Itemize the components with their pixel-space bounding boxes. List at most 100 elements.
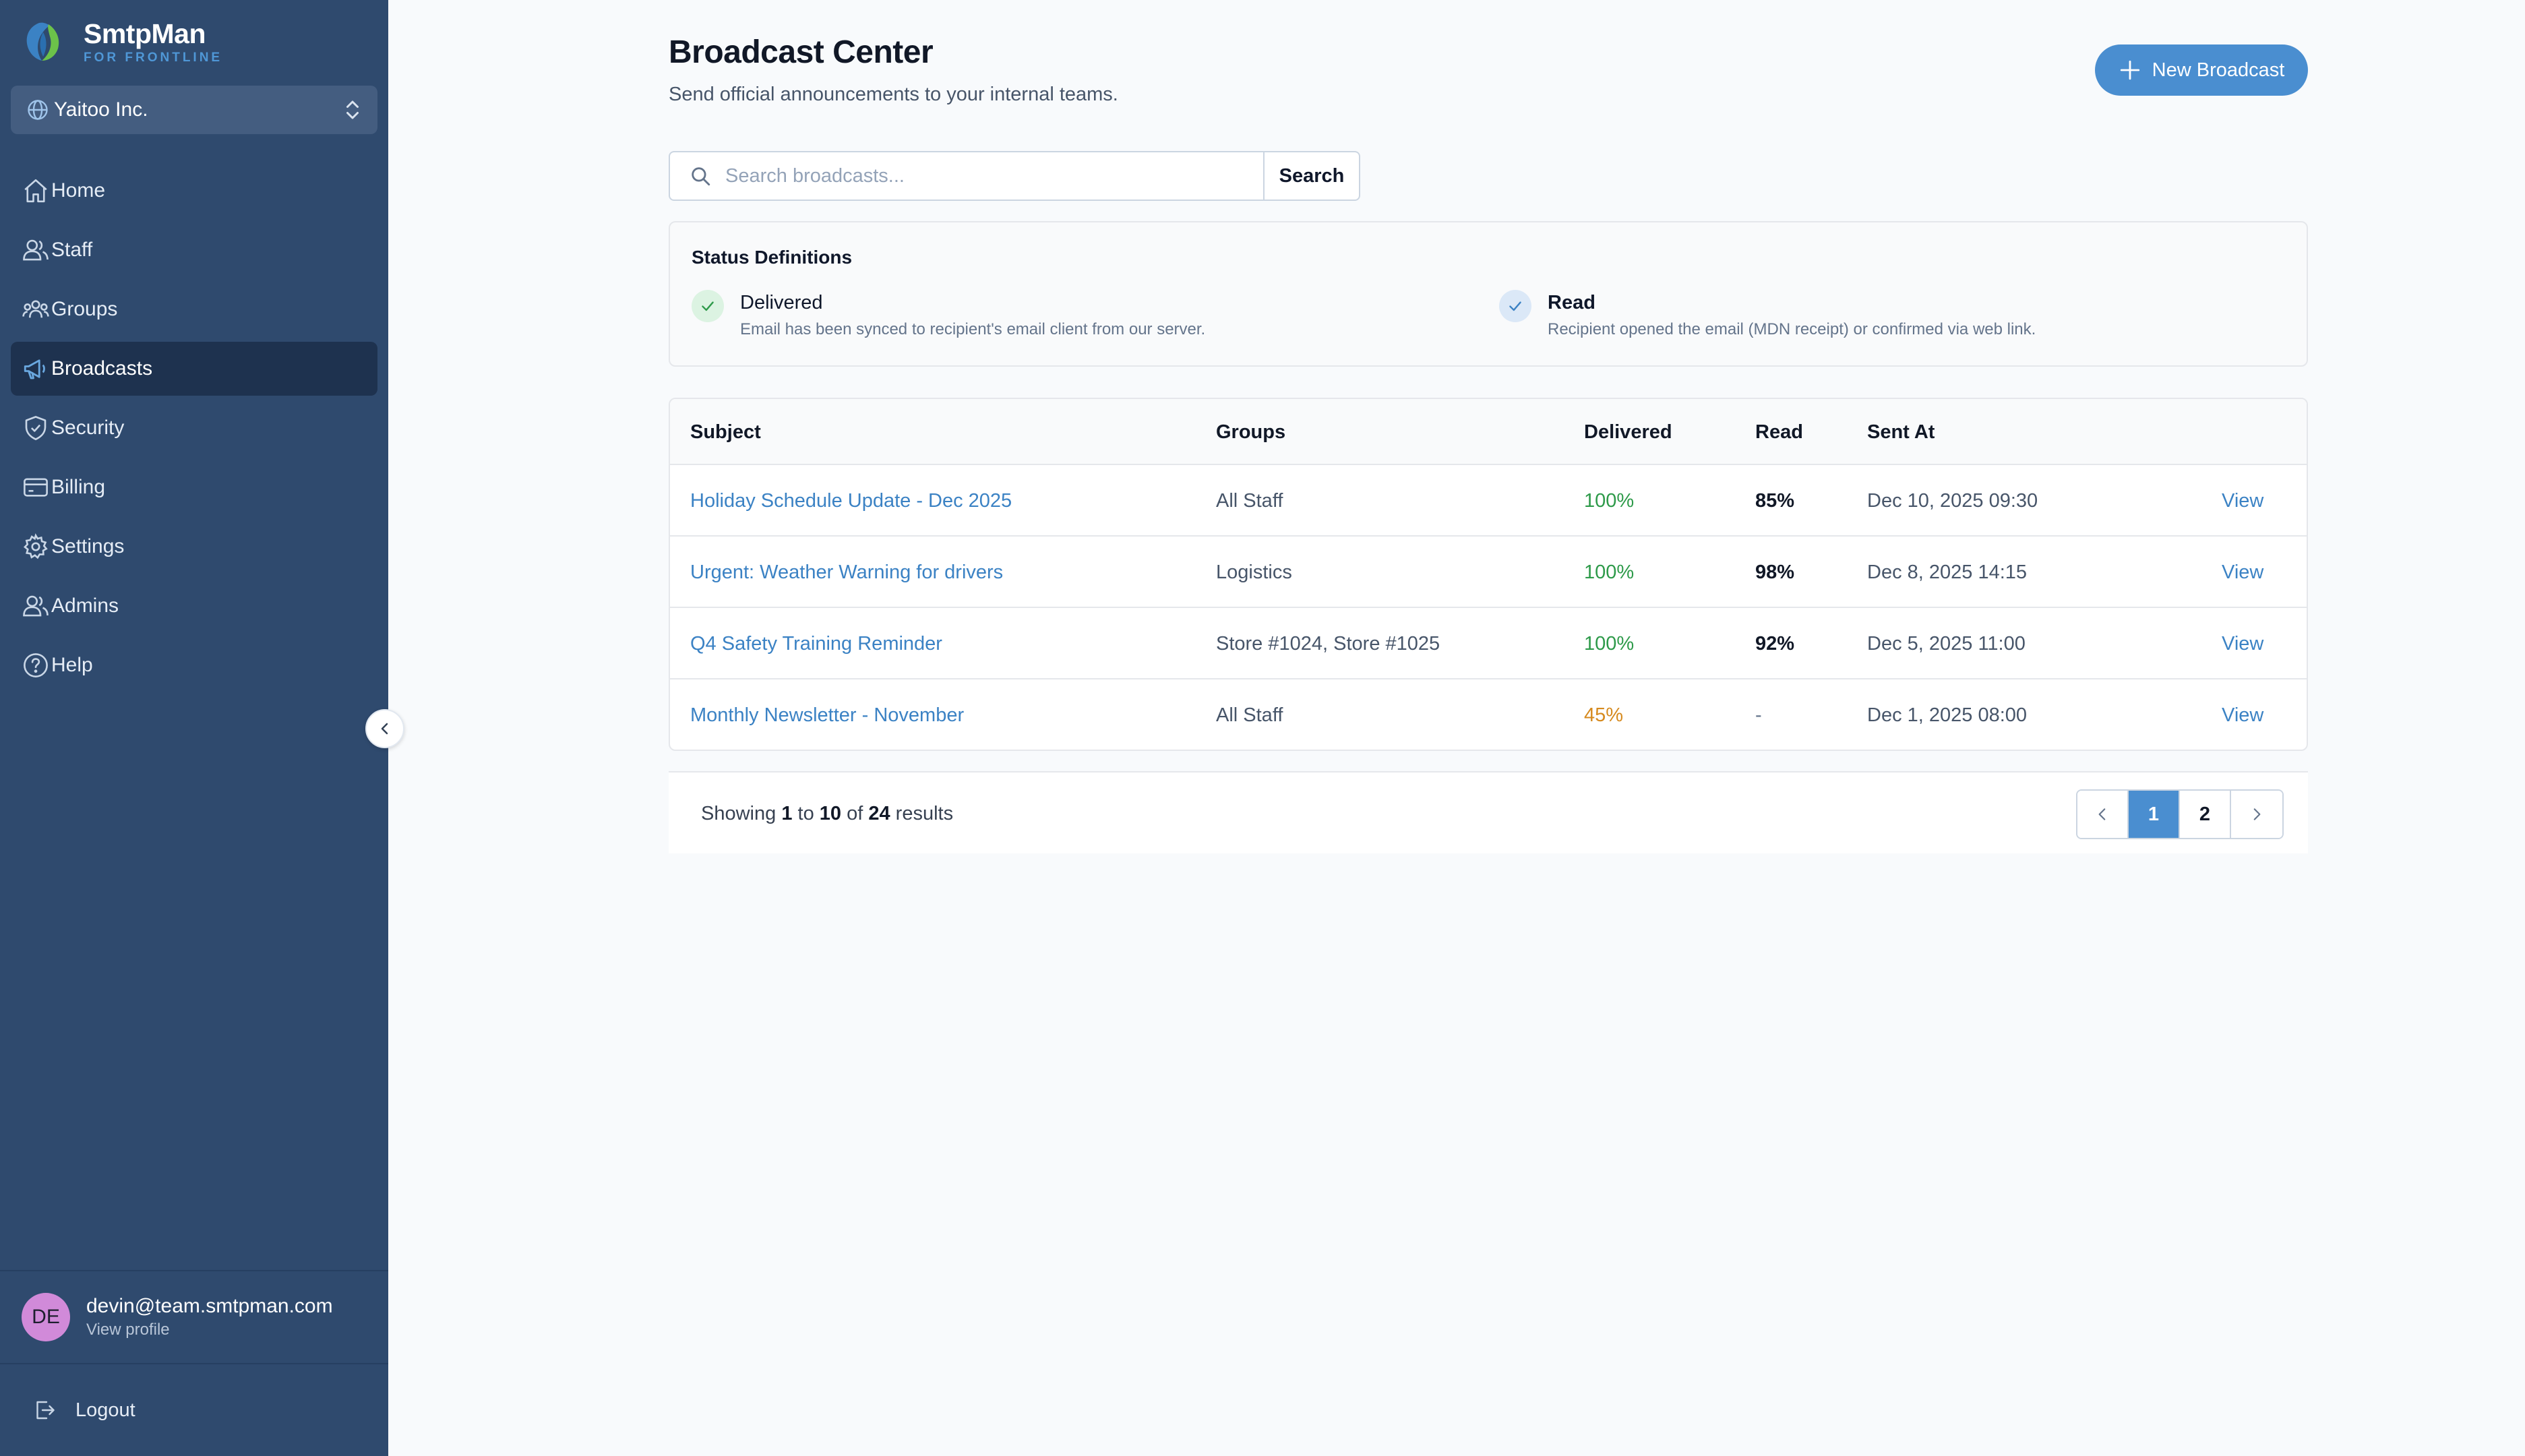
brand-name: SmtpMan <box>84 18 206 49</box>
row-groups: All Staff <box>1216 490 1283 512</box>
row-groups: All Staff <box>1216 704 1283 726</box>
chevron-left-icon <box>381 723 388 735</box>
row-sent-at: Dec 8, 2025 14:15 <box>1867 562 2028 583</box>
results-total: 24 <box>868 803 890 824</box>
view-link[interactable]: View <box>2222 537 2263 608</box>
avatar: DE <box>22 1293 70 1341</box>
sidebar-item-label: Home <box>51 179 106 202</box>
header-delivered[interactable]: Delivered <box>1584 399 1672 465</box>
status-definitions-title: Status Definitions <box>692 247 853 268</box>
chevron-left-icon <box>2098 808 2106 820</box>
table-row[interactable]: Q4 Safety Training Reminder Store #1024,… <box>670 608 2307 679</box>
row-sent-at: Dec 10, 2025 09:30 <box>1867 490 2038 512</box>
header-groups[interactable]: Groups <box>1216 399 1285 465</box>
sidebar-item-label: Groups <box>51 298 118 320</box>
sidebar: SmtpMan FOR FRONTLINE Yaitoo Inc. Home S… <box>0 0 388 1456</box>
plus-icon <box>2120 60 2139 80</box>
results-to: 10 <box>819 803 842 824</box>
org-selector[interactable]: Yaitoo Inc. <box>11 86 377 134</box>
table-row[interactable]: Holiday Schedule Update - Dec 2025 All S… <box>670 465 2307 537</box>
row-groups: Store #1024, Store #1025 <box>1216 633 1440 655</box>
status-read-name: Read <box>1548 292 1595 313</box>
new-broadcast-button[interactable]: New Broadcast <box>2095 44 2308 96</box>
groups-icon <box>22 300 49 318</box>
table-row[interactable]: Urgent: Weather Warning for drivers Logi… <box>670 537 2307 608</box>
brand-subtitle: FOR FRONTLINE <box>84 51 223 65</box>
gear-icon <box>23 533 48 559</box>
row-read: - <box>1755 704 1762 726</box>
header-subject[interactable]: Subject <box>690 399 761 465</box>
sidebar-item-label: Settings <box>51 535 125 557</box>
sidebar-item-broadcasts[interactable]: Broadcasts <box>11 342 377 396</box>
row-subject[interactable]: Monthly Newsletter - November <box>690 679 964 750</box>
table-row[interactable]: Monthly Newsletter - November All Staff … <box>670 679 2307 750</box>
search-icon <box>692 167 710 186</box>
brand[interactable]: SmtpMan FOR FRONTLINE <box>19 16 222 67</box>
page-subtitle: Send official announcements to your inte… <box>669 84 1118 105</box>
row-delivered: 100% <box>1584 490 1635 512</box>
results-summary: Showing 1 to 10 of 24 results <box>701 772 953 855</box>
view-link[interactable]: View <box>2222 608 2263 679</box>
status-read: Read Recipient opened the email (MDN rec… <box>1499 290 2036 340</box>
shield-check-icon <box>25 416 47 440</box>
globe-icon <box>28 100 48 120</box>
sidebar-item-billing[interactable]: Billing <box>11 460 377 514</box>
results-word: results <box>895 803 954 824</box>
view-profile-link[interactable]: View profile <box>86 1320 333 1340</box>
row-subject[interactable]: Urgent: Weather Warning for drivers <box>690 537 1003 608</box>
results-of-word: of <box>847 803 863 824</box>
sidebar-item-label: Billing <box>51 476 106 498</box>
page-button-1[interactable]: 1 <box>2129 791 2180 838</box>
new-broadcast-label: New Broadcast <box>2152 59 2285 81</box>
row-read: 98% <box>1755 562 1795 583</box>
logout-label: Logout <box>75 1399 135 1421</box>
row-sent-at: Dec 1, 2025 08:00 <box>1867 704 2028 726</box>
sidebar-item-home[interactable]: Home <box>11 164 377 218</box>
check-icon <box>1499 290 1531 322</box>
logout-button[interactable]: Logout <box>32 1391 135 1429</box>
status-delivered-name: Delivered <box>740 292 823 313</box>
sidebar-item-label: Broadcasts <box>51 357 153 380</box>
status-read-desc: Recipient opened the email (MDN receipt)… <box>1548 320 2036 338</box>
row-subject[interactable]: Holiday Schedule Update - Dec 2025 <box>690 465 1012 537</box>
row-subject[interactable]: Q4 Safety Training Reminder <box>690 608 942 679</box>
header-sent-at[interactable]: Sent At <box>1867 399 1935 465</box>
page-button-2[interactable]: 2 <box>2180 791 2231 838</box>
user-profile[interactable]: DE devin@team.smtpman.com View profile <box>0 1270 388 1364</box>
home-icon <box>24 179 47 203</box>
view-link[interactable]: View <box>2222 465 2263 537</box>
row-delivered: 100% <box>1584 562 1635 583</box>
sidebar-item-label: Security <box>51 417 125 439</box>
row-read: 85% <box>1755 490 1795 512</box>
sidebar-item-security[interactable]: Security <box>11 401 377 455</box>
chevron-right-icon <box>2253 808 2261 820</box>
next-page-button[interactable] <box>2231 791 2282 838</box>
broadcasts-table: Subject Groups Delivered Read Sent At Ho… <box>669 398 2308 751</box>
prev-page-button[interactable] <box>2077 791 2129 838</box>
view-link[interactable]: View <box>2222 679 2263 750</box>
sidebar-item-groups[interactable]: Groups <box>11 282 377 336</box>
credit-card-icon <box>24 478 48 497</box>
sidebar-item-label: Staff <box>51 239 93 261</box>
status-delivered: Delivered Email has been synced to recip… <box>692 290 1205 340</box>
search-bar: Search <box>669 151 1360 201</box>
org-name: Yaitoo Inc. <box>54 98 148 121</box>
megaphone-icon <box>24 359 45 380</box>
row-delivered: 100% <box>1584 633 1635 655</box>
page-title: Broadcast Center <box>669 34 934 70</box>
collapse-sidebar-button[interactable] <box>365 709 404 748</box>
help-circle-icon <box>24 653 48 677</box>
search-field[interactable] <box>669 151 1265 201</box>
logo-icon <box>26 22 59 61</box>
sidebar-item-admins[interactable]: Admins <box>11 579 377 633</box>
header-read[interactable]: Read <box>1755 399 1803 465</box>
sidebar-item-label: Admins <box>51 595 119 617</box>
sidebar-item-help[interactable]: Help <box>11 638 377 692</box>
sidebar-item-settings[interactable]: Settings <box>11 520 377 574</box>
sidebar-nav: Home Staff Groups Broadcasts Security Bi… <box>11 164 377 698</box>
row-sent-at: Dec 5, 2025 11:00 <box>1867 633 2026 655</box>
sidebar-item-staff[interactable]: Staff <box>11 223 377 277</box>
search-input[interactable] <box>725 164 1251 187</box>
search-button[interactable]: Search <box>1265 151 1360 201</box>
row-delivered: 45% <box>1584 704 1624 726</box>
